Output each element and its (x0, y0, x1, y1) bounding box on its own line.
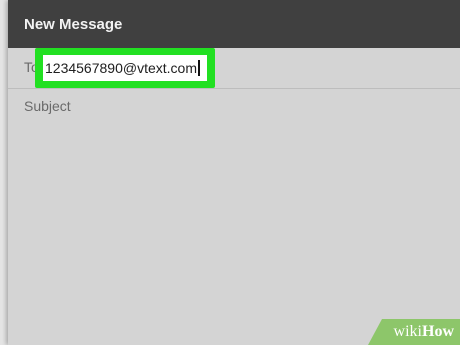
compose-title-bar[interactable]: New Message (8, 0, 460, 48)
compose-window: New Message To 1234567890@vtext.com Subj… (8, 0, 460, 345)
recipient-value: 1234567890@vtext.com (45, 60, 197, 76)
compose-title: New Message (24, 16, 123, 33)
watermark-wiki: wiki (393, 323, 422, 340)
watermark-text: wikiHow (394, 324, 454, 340)
subject-field[interactable]: Subject (24, 98, 71, 114)
recipient-row: To 1234567890@vtext.com (8, 48, 460, 89)
message-body[interactable] (8, 125, 460, 345)
background-inbox-strip (0, 0, 8, 345)
text-caret (197, 60, 200, 76)
recipient-input[interactable]: 1234567890@vtext.com (43, 55, 207, 81)
watermark-how: How (422, 323, 454, 340)
highlight-box: 1234567890@vtext.com (35, 48, 215, 88)
wikihow-watermark: wikiHow (368, 315, 460, 345)
